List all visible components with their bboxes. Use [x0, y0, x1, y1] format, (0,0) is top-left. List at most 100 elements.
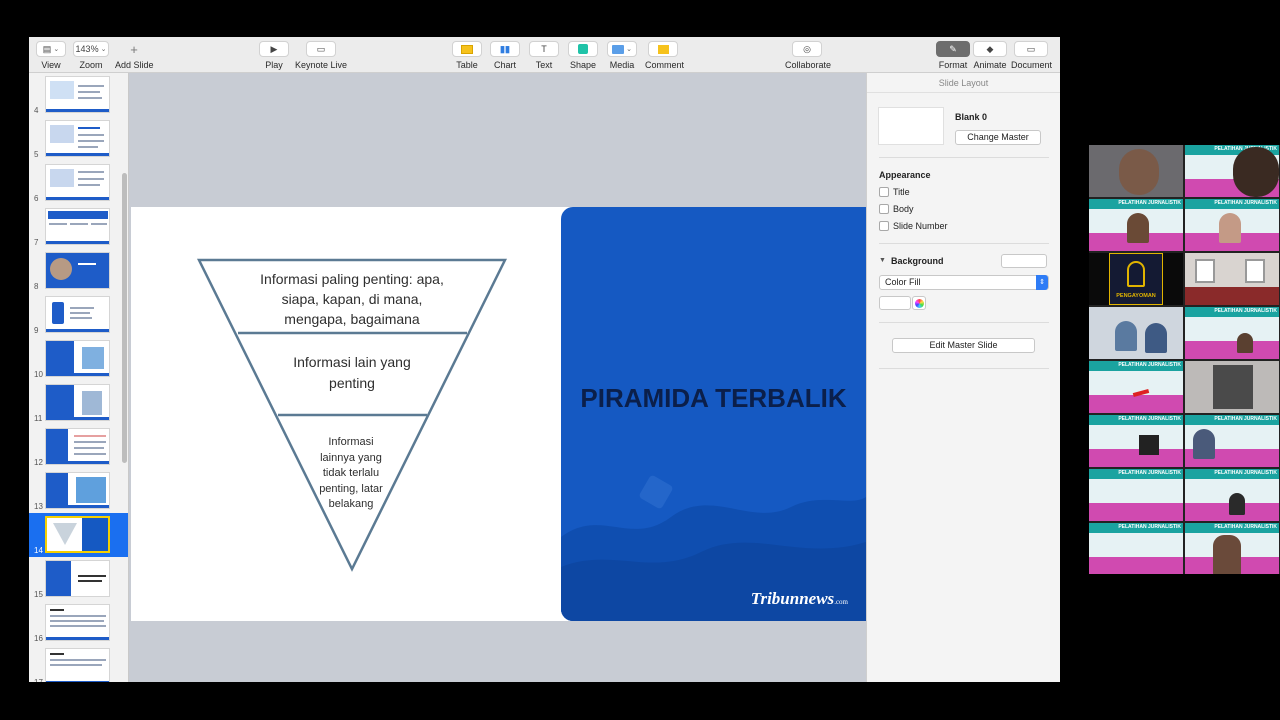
divider — [879, 243, 1049, 244]
format-button[interactable]: ✎ Format — [936, 41, 970, 70]
participant-tile[interactable]: PELATIHAN JURNALISTIK — [1089, 415, 1183, 467]
slide-thumbnail[interactable]: 10 — [29, 337, 128, 381]
color-wheel-icon[interactable] — [912, 296, 926, 310]
participant-tile[interactable]: PELATIHAN JURNALISTIK — [1185, 415, 1279, 467]
change-master-button[interactable]: Change Master — [955, 130, 1041, 145]
title-checkbox[interactable] — [879, 187, 889, 197]
collaborate-icon: ◎ — [792, 41, 822, 57]
slide-canvas: Informasi paling penting: apa, siapa, ka… — [129, 73, 866, 682]
fill-type-select[interactable]: Color Fill ⇕ — [879, 275, 1049, 290]
table-button[interactable]: Table — [452, 41, 482, 70]
participant-tile[interactable] — [1185, 253, 1279, 305]
participant-tile-logo[interactable]: PENGAYOMAN — [1089, 253, 1183, 305]
slide-thumbnail[interactable]: 17 — [29, 645, 128, 682]
participant-tile[interactable]: PELATIHAN JURNALISTIK — [1089, 361, 1183, 413]
master-name: Blank 0 — [955, 112, 988, 122]
slide-thumbnail[interactable]: 4 — [29, 73, 128, 117]
participant-tile[interactable]: PELATIHAN JURNALISTIK — [1185, 145, 1279, 197]
chart-icon: ▮▮ — [500, 43, 510, 54]
chevron-down-icon: ⌄ — [626, 46, 632, 53]
pyramid-level-3-text: Informasi lainnya yang tidak terlalu pen… — [319, 436, 383, 510]
participant-tile[interactable] — [1185, 361, 1279, 413]
toolbar: ▤ ⌄ View 143% ⌄ Zoom + Add Slide ▶ Play ▭ … — [29, 37, 1060, 73]
slide-number-checkbox-label: Slide Number — [893, 221, 948, 231]
divider — [879, 368, 1049, 369]
sidebar-icon: ▤ — [42, 43, 52, 54]
keynote-window: ▤ ⌄ View 143% ⌄ Zoom + Add Slide ▶ Play ▭ … — [29, 37, 1060, 682]
document-icon: ▭ — [1014, 41, 1048, 57]
pengayoman-logo-text: PENGAYOMAN — [1116, 293, 1156, 299]
pyramid-level-2-text: Informasi lain yang penting — [293, 354, 411, 391]
slide-thumbnail[interactable]: 13 — [29, 469, 128, 513]
play-button[interactable]: ▶ Play — [259, 41, 289, 70]
current-slide[interactable]: Informasi paling penting: apa, siapa, ka… — [131, 207, 866, 621]
wave-decoration — [561, 475, 866, 621]
participant-tile[interactable]: PELATIHAN JURNALISTIK — [1185, 199, 1279, 251]
add-slide-button[interactable]: + Add Slide — [115, 41, 154, 71]
participant-tile[interactable] — [1089, 145, 1183, 197]
plus-icon: + — [130, 41, 138, 57]
keynote-live-button[interactable]: ▭ Keynote Live — [295, 41, 347, 70]
view-button[interactable]: ▤ ⌄ View — [35, 41, 67, 70]
slide-thumbnail[interactable]: 15 — [29, 557, 128, 601]
slide-thumbnail-selected[interactable]: 14 — [29, 513, 128, 557]
animate-icon: ◆ — [973, 41, 1007, 57]
fill-color-well[interactable] — [879, 296, 911, 310]
play-icon: ▶ — [259, 41, 289, 57]
slide-title-panel: PIRAMIDA TERBALIK Tribunnews.com — [561, 207, 866, 621]
tribunnews-logo: Tribunnews.com — [750, 589, 848, 608]
participant-tile[interactable]: PELATIHAN JURNALISTIK — [1185, 469, 1279, 521]
chevron-down-icon: ⌄ — [100, 46, 107, 53]
edit-master-slide-button[interactable]: Edit Master Slide — [892, 338, 1035, 353]
zoom-value: 143% — [75, 44, 99, 54]
video-call-gallery: PELATIHAN JURNALISTIK PELATIHAN JURNALIS… — [1089, 145, 1280, 574]
shape-button[interactable]: Shape — [568, 41, 598, 70]
divider — [879, 157, 1049, 158]
sidebar-scrollbar[interactable] — [122, 173, 127, 463]
participant-tile[interactable] — [1089, 307, 1183, 359]
chevron-down-icon: ⌄ — [53, 46, 60, 53]
participant-tile[interactable]: PELATIHAN JURNALISTIK — [1089, 523, 1183, 574]
animate-button[interactable]: ◆ Animate — [973, 41, 1007, 70]
slide-thumbnail[interactable]: 12 — [29, 425, 128, 469]
popup-arrows-icon: ⇕ — [1036, 275, 1048, 290]
comment-icon — [657, 44, 669, 54]
master-thumbnail[interactable] — [878, 107, 944, 145]
appearance-label: Appearance — [879, 170, 931, 180]
text-button[interactable]: T Text — [529, 41, 559, 70]
table-icon — [461, 44, 473, 54]
comment-button[interactable]: Comment — [645, 41, 684, 70]
paintbrush-icon: ✎ — [936, 41, 970, 57]
slide-thumbnail[interactable]: 5 — [29, 117, 128, 161]
body-checkbox[interactable] — [879, 204, 889, 214]
slide-thumbnail[interactable]: 7 — [29, 205, 128, 249]
background-color-preview[interactable] — [1001, 254, 1047, 268]
slide-navigator: 4 5 6 7 8 9 10 11 12 13 14 15 16 — [29, 73, 129, 682]
chart-button[interactable]: ▮▮ Chart — [490, 41, 520, 70]
zoom-button[interactable]: 143% ⌄ Zoom — [73, 41, 109, 70]
title-checkbox-label: Title — [893, 187, 910, 197]
document-button[interactable]: ▭ Document — [1011, 41, 1052, 70]
slide-number-checkbox[interactable] — [879, 221, 889, 231]
media-button[interactable]: ⌄ Media — [607, 41, 637, 70]
slide-thumbnail[interactable]: 6 — [29, 161, 128, 205]
background-disclosure-icon[interactable]: ▼ — [879, 257, 886, 264]
participant-tile[interactable]: PELATIHAN JURNALISTIK — [1185, 307, 1279, 359]
slide-thumbnail[interactable]: 11 — [29, 381, 128, 425]
keynote-live-icon: ▭ — [306, 41, 336, 57]
participant-tile[interactable]: PELATIHAN JURNALISTIK — [1089, 199, 1183, 251]
participant-tile[interactable]: PELATIHAN JURNALISTIK — [1185, 523, 1279, 574]
collaborate-button[interactable]: ◎ Collaborate — [785, 41, 831, 70]
slide-title: PIRAMIDA TERBALIK — [580, 383, 847, 413]
media-icon — [612, 44, 625, 54]
slide-thumbnail[interactable]: 16 — [29, 601, 128, 645]
shape-icon — [578, 44, 588, 54]
text-icon: T — [529, 41, 559, 57]
slide-thumbnail[interactable]: 8 — [29, 249, 128, 293]
background-label: Background — [891, 256, 944, 266]
slide-thumbnail[interactable]: 9 — [29, 293, 128, 337]
format-inspector: Slide Layout Blank 0 Change Master Appea… — [866, 73, 1060, 682]
body-checkbox-label: Body — [893, 204, 914, 214]
pyramid-level-1-text: Informasi paling penting: apa, siapa, ka… — [260, 271, 444, 327]
participant-tile[interactable]: PELATIHAN JURNALISTIK — [1089, 469, 1183, 521]
